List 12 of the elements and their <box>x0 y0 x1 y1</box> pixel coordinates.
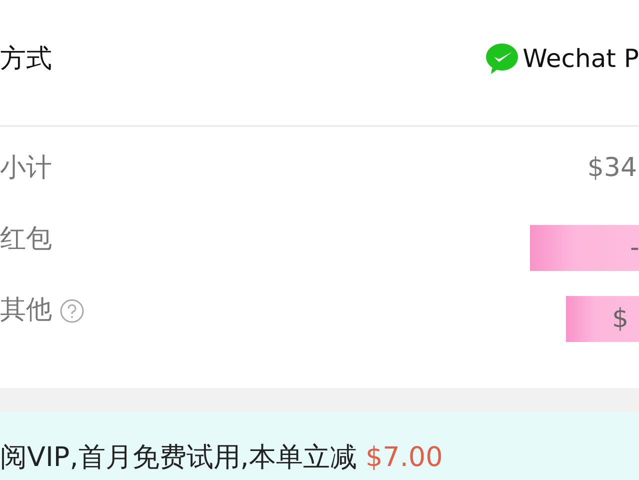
discount-tag: - <box>530 225 639 271</box>
chat-check-icon <box>484 42 519 75</box>
vip-promo-text: 阅VIP,首月免费试用,本单立减 $7.00 <box>0 441 444 475</box>
payment-method-value: Wechat P <box>522 43 639 75</box>
discount-tag: $ <box>566 296 639 342</box>
help-icon[interactable] <box>60 298 84 322</box>
summary-label: 红包 <box>0 223 52 256</box>
summary-value: $34 <box>587 152 638 185</box>
payment-row[interactable]: 方式 Wechat P <box>0 0 639 127</box>
payment-method-label: 方式 <box>0 43 52 76</box>
summary-label: 其他 <box>0 294 52 327</box>
summary-label: 小计 <box>0 152 52 185</box>
